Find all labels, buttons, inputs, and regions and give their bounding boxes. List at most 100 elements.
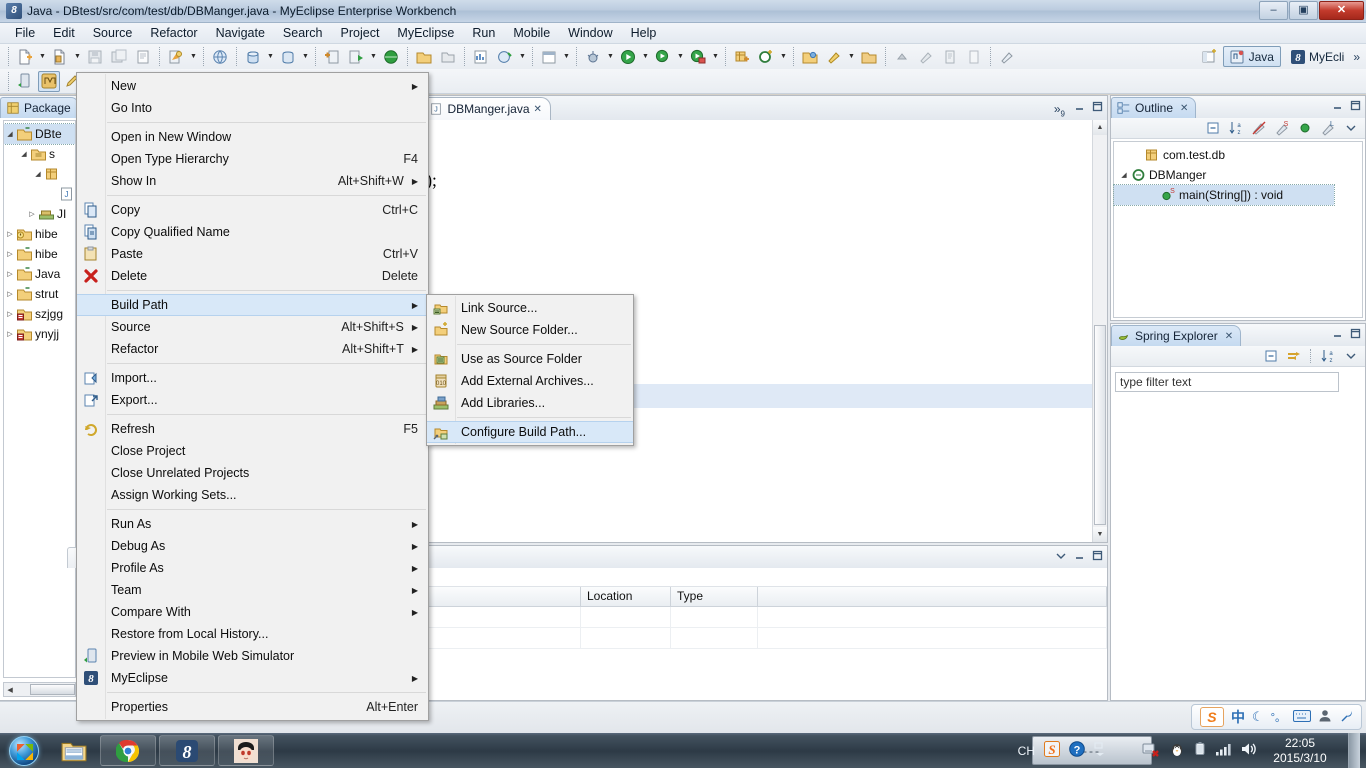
twisty-icon[interactable]: ◢ xyxy=(18,150,30,158)
menu-navigate[interactable]: Navigate xyxy=(207,24,274,42)
ime-user-icon[interactable] xyxy=(1318,709,1332,725)
last-edit-icon[interactable] xyxy=(939,46,961,67)
outline-item-class[interactable]: ◢ DBManger xyxy=(1114,165,1362,185)
scroll-thumb[interactable] xyxy=(1094,325,1106,525)
ime-chinese-mode-icon[interactable]: 中 xyxy=(1231,707,1245,727)
menu-item-delete[interactable]: Delete Delete xyxy=(77,265,428,287)
open-project-icon[interactable] xyxy=(413,46,435,67)
expand-tray-icon[interactable] xyxy=(1094,741,1106,760)
column-header-location[interactable]: Location xyxy=(581,587,671,606)
save-icon[interactable] xyxy=(84,46,106,67)
ime-keyboard-icon[interactable] xyxy=(1293,709,1311,725)
search-icon[interactable] xyxy=(823,46,845,67)
outline-panel-controls[interactable] xyxy=(1331,99,1362,112)
close-icon[interactable]: ✕ xyxy=(534,104,542,115)
tree-item-jre-library[interactable]: ▷ JI xyxy=(4,204,75,224)
tray-clock[interactable]: 22:05 2015/3/10 xyxy=(1267,736,1333,766)
minimize-icon[interactable] xyxy=(1073,100,1086,113)
tree-item-dbtest[interactable]: ◢ DBte xyxy=(4,123,75,145)
maximize-icon[interactable] xyxy=(1349,99,1362,112)
run-history-dropdown-icon[interactable]: ▼ xyxy=(675,46,686,67)
new-wizard-dropdown-icon[interactable]: ▼ xyxy=(37,46,48,67)
tree-item-struts[interactable]: ▷ strut xyxy=(4,284,75,304)
menu-item-properties[interactable]: Properties Alt+Enter xyxy=(77,696,428,718)
close-project-icon[interactable] xyxy=(437,46,459,67)
signal-icon[interactable] xyxy=(1215,741,1231,760)
minimize-icon[interactable] xyxy=(1073,549,1086,562)
run-history-icon[interactable] xyxy=(652,46,674,67)
run-dropdown-icon[interactable]: ▼ xyxy=(640,46,651,67)
twisty-icon[interactable]: ◢ xyxy=(4,130,16,138)
context-menu[interactable]: New ▶ Go Into Open in New Window Open Ty… xyxy=(76,72,429,721)
build-path-submenu[interactable]: Link Source... New Source Folder... Use … xyxy=(426,294,634,446)
run-config-icon[interactable] xyxy=(687,46,709,67)
menu-item-preview-in-mobile-web-simulator[interactable]: Preview in Mobile Web Simulator xyxy=(77,645,428,667)
package-explorer-hscrollbar[interactable]: ◀ xyxy=(3,682,76,697)
network-error-icon[interactable] xyxy=(1142,741,1160,760)
minimize-icon[interactable] xyxy=(1331,327,1344,340)
new-db-dropdown-icon[interactable]: ▼ xyxy=(265,46,276,67)
sogou-logo-icon[interactable]: S xyxy=(1199,707,1224,727)
calendar-icon[interactable] xyxy=(538,46,560,67)
perspective-myeclipse[interactable]: 8 MyEcli xyxy=(1283,46,1351,67)
web-browser-icon[interactable] xyxy=(209,46,231,67)
outline-toolbar[interactable]: az S L xyxy=(1111,118,1365,139)
tree-item-java-file[interactable]: J xyxy=(4,184,75,204)
menu-item-source[interactable]: Source Alt+Shift+S ▶ xyxy=(77,316,428,338)
toolbar-overflow-icon[interactable]: » xyxy=(1351,50,1362,64)
menu-item-team[interactable]: Team ▶ xyxy=(77,579,428,601)
hide-nonpublic-icon[interactable] xyxy=(1295,119,1314,137)
twisty-icon[interactable]: ▷ xyxy=(26,210,38,218)
menu-item-build-path[interactable]: Build Path ▶ xyxy=(77,294,428,316)
next-annotation-icon[interactable] xyxy=(915,46,937,67)
ime-wrench-icon[interactable] xyxy=(1339,709,1353,726)
new-wizard-icon[interactable] xyxy=(14,46,36,67)
menu-window[interactable]: Window xyxy=(559,24,621,42)
ime-moon-icon[interactable]: ☾ xyxy=(1252,709,1264,725)
taskbar-chrome[interactable] xyxy=(100,735,156,766)
search-dropdown-icon[interactable]: ▼ xyxy=(846,46,857,67)
close-icon[interactable]: ✕ xyxy=(1225,331,1233,342)
main-toolbar-row1[interactable]: ▼ ▼ ▼ ▼ ▼ ▼ ▼ ▼ ▼ ▼ ▼ ▼ ▼ ▼ Java 8 MyEcl… xyxy=(0,44,1366,69)
tab-spring-explorer[interactable]: Spring Explorer ✕ xyxy=(1111,325,1242,346)
deploy-icon[interactable] xyxy=(165,46,187,67)
menu-item-close-unrelated-projects[interactable]: Close Unrelated Projects xyxy=(77,462,428,484)
maximize-button[interactable]: ▣ xyxy=(1289,1,1318,20)
collapse-all-icon[interactable] xyxy=(1203,119,1222,137)
submenu-item-configure-build-path[interactable]: Configure Build Path... xyxy=(427,421,633,443)
save-all-icon[interactable] xyxy=(108,46,130,67)
sogou-tray-icon[interactable]: S xyxy=(1044,741,1060,760)
menu-item-go-into[interactable]: Go Into xyxy=(77,97,428,119)
tree-item-ynyjj[interactable]: ▷ ynyjj xyxy=(4,324,75,344)
open-perspective-icon[interactable] xyxy=(1198,46,1220,67)
myeclipse-toolbar-icon[interactable] xyxy=(38,70,60,92)
new-java-icon[interactable] xyxy=(49,46,71,67)
menu-item-import[interactable]: Import... xyxy=(77,367,428,389)
menu-run[interactable]: Run xyxy=(463,24,504,42)
start-button[interactable] xyxy=(0,734,48,767)
hide-static-icon[interactable]: S xyxy=(1272,119,1291,137)
mobile-preview-toolbar-icon[interactable] xyxy=(14,71,36,92)
add-server-icon[interactable] xyxy=(321,46,343,67)
tree-item-szjgg[interactable]: ▷ szjgg xyxy=(4,304,75,324)
sogou-ime-bar[interactable]: S 中 ☾ °。 xyxy=(1190,704,1362,730)
open-type-icon[interactable] xyxy=(799,46,821,67)
menu-item-show-in[interactable]: Show In Alt+Shift+W ▶ xyxy=(77,170,428,192)
hide-local-icon[interactable]: L xyxy=(1318,119,1337,137)
outline-item-package[interactable]: com.test.db xyxy=(1114,145,1362,165)
debug-icon[interactable] xyxy=(582,46,604,67)
menu-item-refactor[interactable]: Refactor Alt+Shift+T ▶ xyxy=(77,338,428,360)
menu-item-restore-from-local-history[interactable]: Restore from Local History... xyxy=(77,623,428,645)
submenu-item-use-as-source-folder[interactable]: Use as Source Folder xyxy=(427,348,633,370)
windows-taskbar[interactable]: 8 --- CH S ? 22:05 2015/3/10 xyxy=(0,733,1366,768)
hide-fields-icon[interactable] xyxy=(1249,119,1268,137)
editor-tab-overflow[interactable]: »9 xyxy=(1054,102,1065,118)
view-menu-icon[interactable] xyxy=(1055,549,1068,562)
menu-item-compare-with[interactable]: Compare With ▶ xyxy=(77,601,428,623)
new-java-dropdown-icon[interactable]: ▼ xyxy=(72,46,83,67)
menu-help[interactable]: Help xyxy=(622,24,666,42)
report-icon[interactable] xyxy=(470,46,492,67)
db-browser-icon[interactable] xyxy=(277,46,299,67)
menu-item-copy-qualified-name[interactable]: Copy Qualified Name xyxy=(77,221,428,243)
spring-explorer-toolbar[interactable]: az xyxy=(1111,346,1365,367)
